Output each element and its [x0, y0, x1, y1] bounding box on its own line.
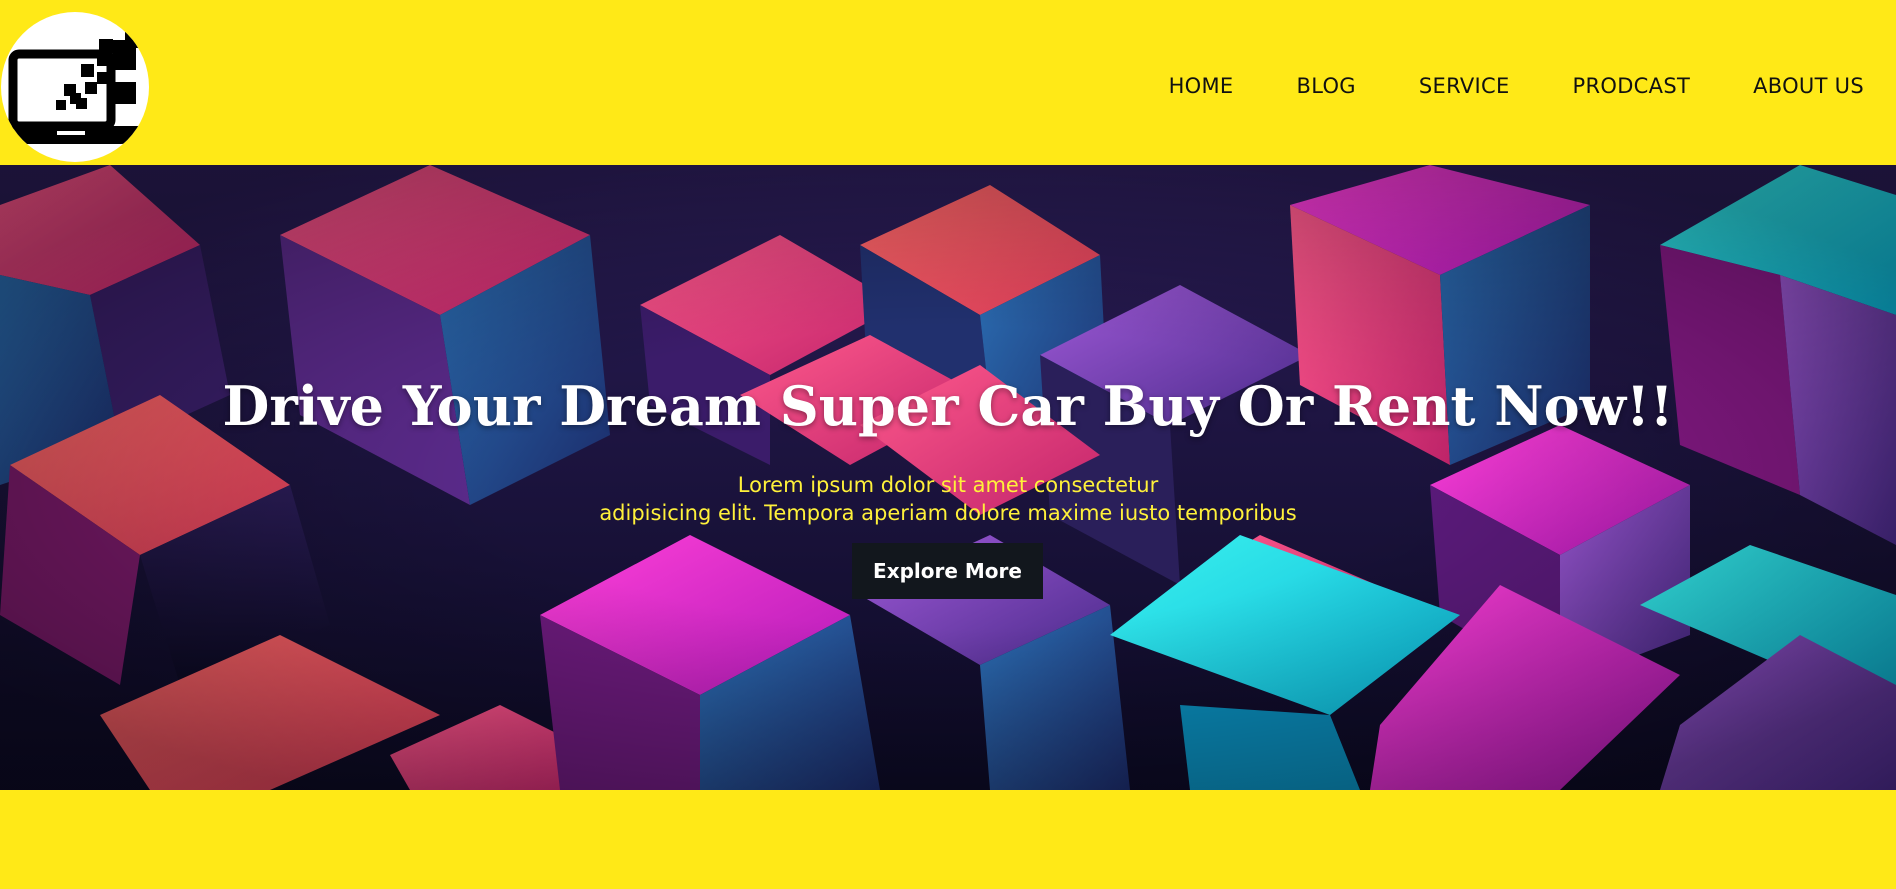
nav-blog-link[interactable]: BLOG	[1297, 74, 1356, 98]
main-nav: HOME BLOG SERVICE PRODCAST ABOUT US	[1106, 74, 1864, 98]
hero-subtitle-line-1: Lorem ipsum dolor sit amet consectetur	[737, 473, 1159, 497]
hero-subtitle: Lorem ipsum dolor sit amet consectetur a…	[0, 471, 1896, 527]
navbar: HOME BLOG SERVICE PRODCAST ABOUT US	[0, 0, 1896, 165]
hero-section: Drive Your Dream Super Car Buy Or Rent N…	[0, 165, 1896, 790]
hero-subtitle-line-2: adipisicing elit. Tempora aperiam dolore…	[599, 501, 1297, 525]
site-logo[interactable]	[1, 12, 149, 162]
nav-home-link[interactable]: HOME	[1169, 74, 1234, 98]
hero-title: Drive Your Dream Super Car Buy Or Rent N…	[222, 374, 1674, 438]
explore-more-button[interactable]: Explore More	[852, 543, 1043, 599]
laptop-pixels-icon	[3, 32, 141, 144]
nav-about-us-link[interactable]: ABOUT US	[1753, 74, 1864, 98]
footer-band	[0, 790, 1896, 889]
nav-prodcast-link[interactable]: PRODCAST	[1573, 74, 1691, 98]
nav-service-link[interactable]: SERVICE	[1419, 74, 1510, 98]
